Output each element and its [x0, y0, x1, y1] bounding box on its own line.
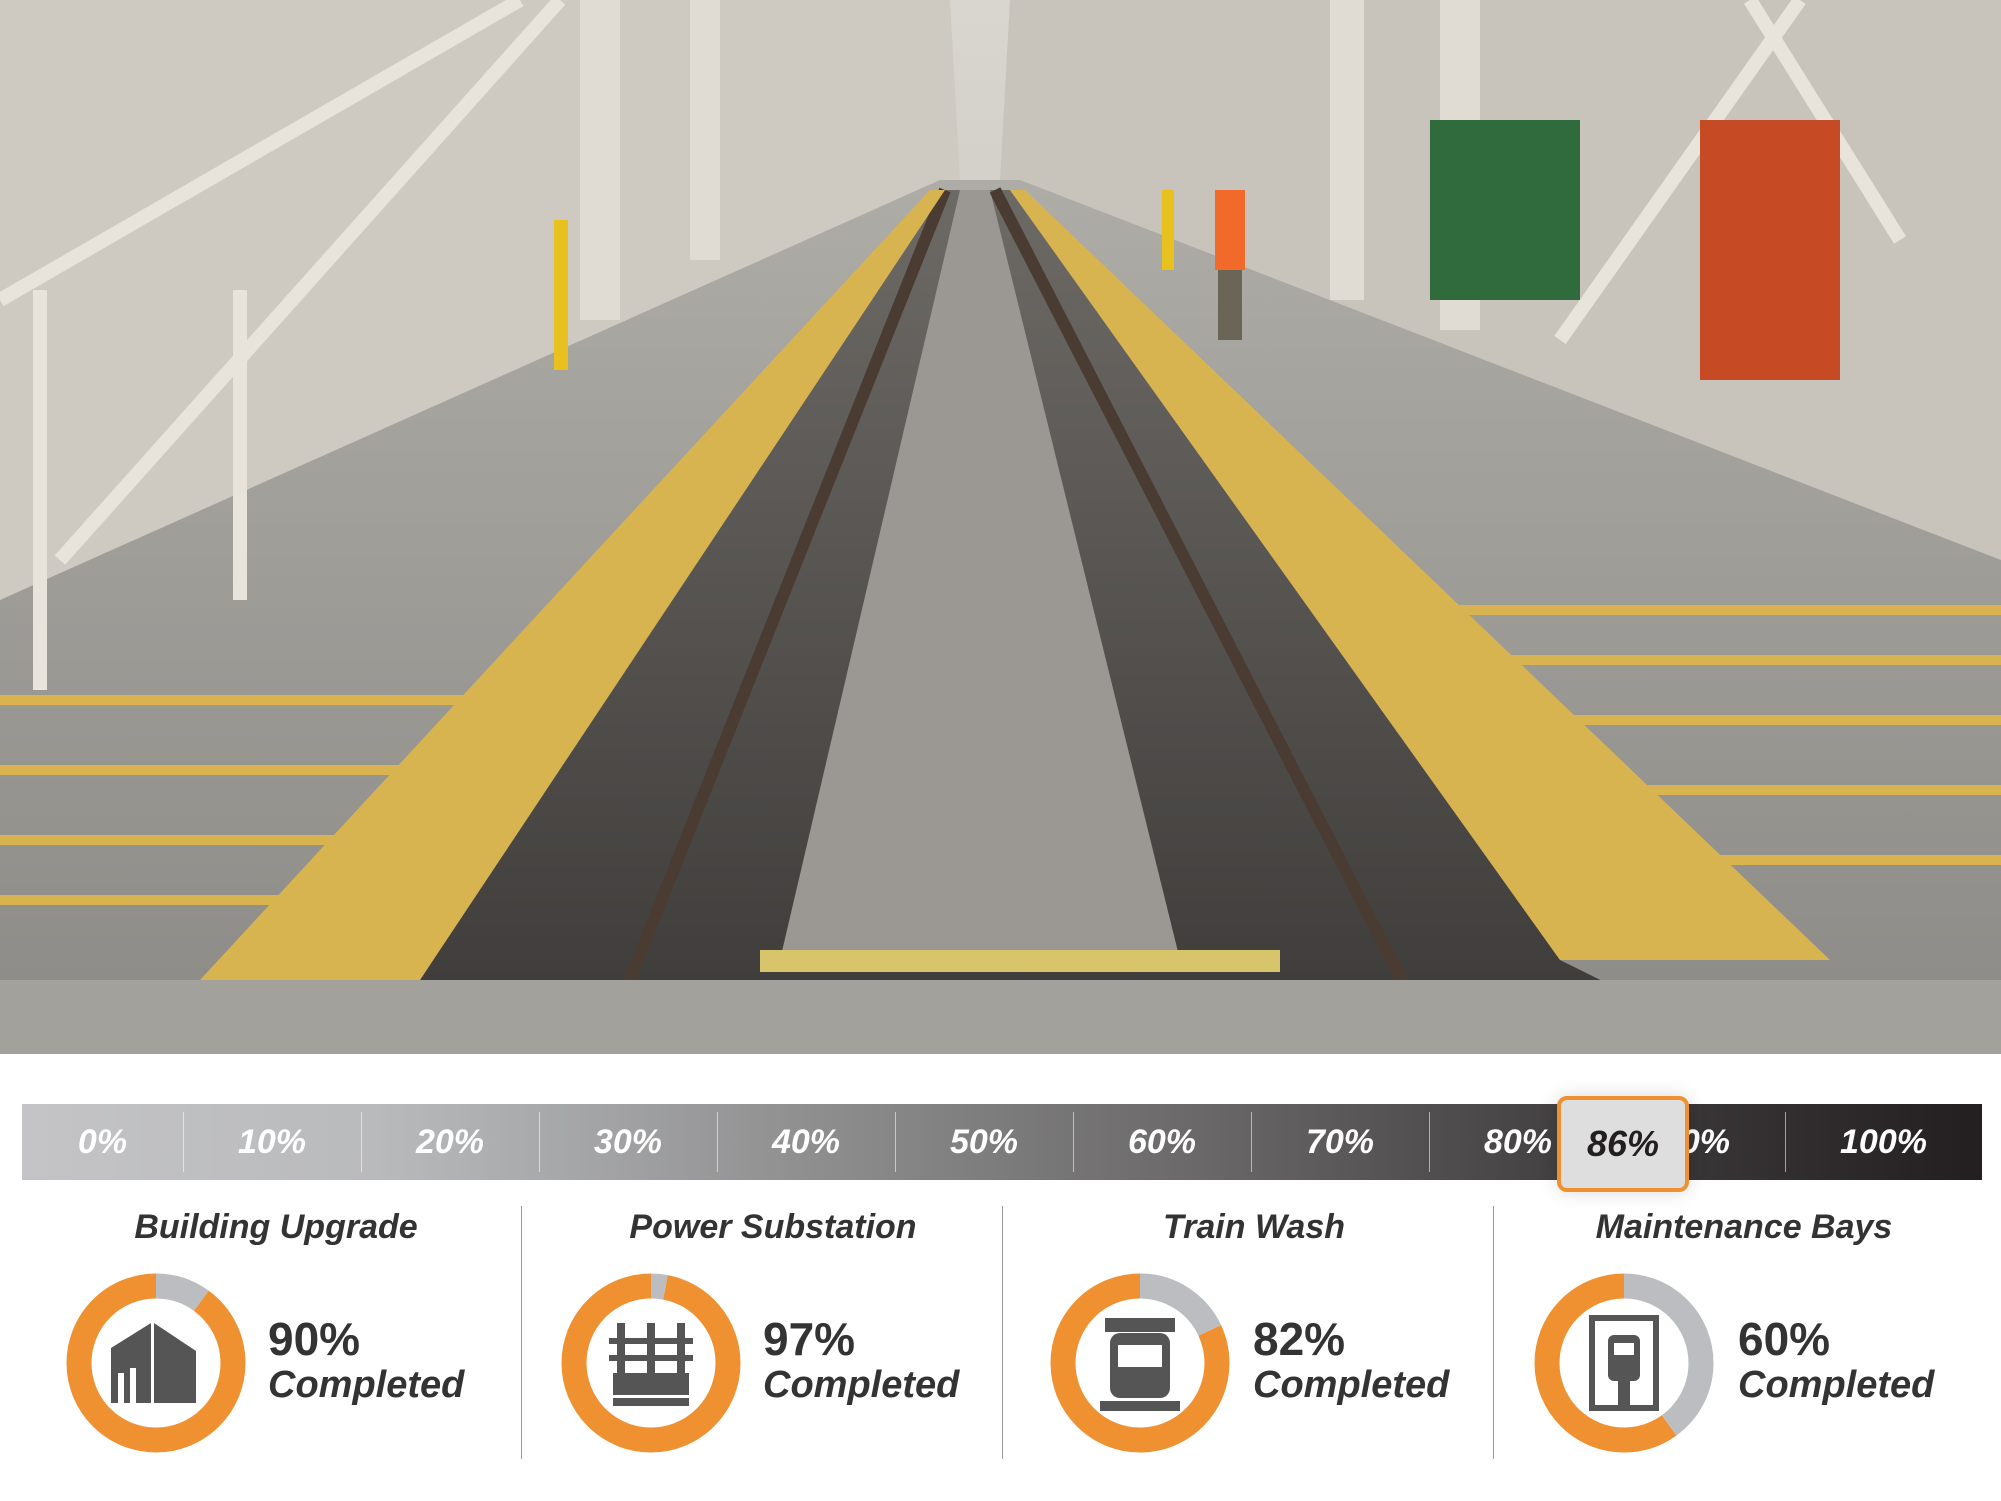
- tick-label: 40%: [771, 1122, 841, 1161]
- tick-label: 20%: [415, 1122, 485, 1161]
- project-title: Power Substation: [629, 1208, 917, 1246]
- tick-label: 100%: [1840, 1122, 1927, 1161]
- tick-label: 10%: [237, 1122, 307, 1161]
- status-label: Completed: [1738, 1364, 1935, 1406]
- section-divider: [521, 1206, 522, 1459]
- power-substation-donut: [561, 1273, 741, 1453]
- tick-label: 60%: [1127, 1122, 1197, 1161]
- project-title: Building Upgrade: [134, 1208, 418, 1246]
- percent-value: 90%: [268, 1313, 361, 1365]
- project-title: Maintenance Bays: [1595, 1208, 1893, 1246]
- tick-label: 70%: [1305, 1122, 1375, 1161]
- status-label: Completed: [1253, 1364, 1450, 1406]
- rail-maintenance-facility-photo: [0, 0, 2001, 1054]
- tick-label: 0%: [77, 1122, 128, 1161]
- maintenance-bay-icon: [1589, 1315, 1659, 1411]
- train-wash-donut: [1050, 1273, 1230, 1453]
- status-label: Completed: [268, 1364, 465, 1406]
- percent-value: 97%: [763, 1313, 856, 1365]
- tick-label: 30%: [593, 1122, 663, 1161]
- percent-value: 60%: [1738, 1313, 1831, 1365]
- building-icon: [111, 1323, 196, 1403]
- building-upgrade-donut: [66, 1273, 246, 1453]
- status-label: Completed: [763, 1364, 960, 1406]
- tick-label: 50%: [949, 1122, 1019, 1161]
- current-progress-marker: 86%: [1557, 1096, 1689, 1192]
- train-wash-icon: [1100, 1318, 1180, 1411]
- section-divider: [1493, 1206, 1494, 1459]
- maintenance-bays-donut: [1534, 1273, 1714, 1453]
- percent-value: 82%: [1253, 1313, 1346, 1365]
- substation-icon: [609, 1323, 693, 1406]
- project-title: Train Wash: [1162, 1208, 1346, 1246]
